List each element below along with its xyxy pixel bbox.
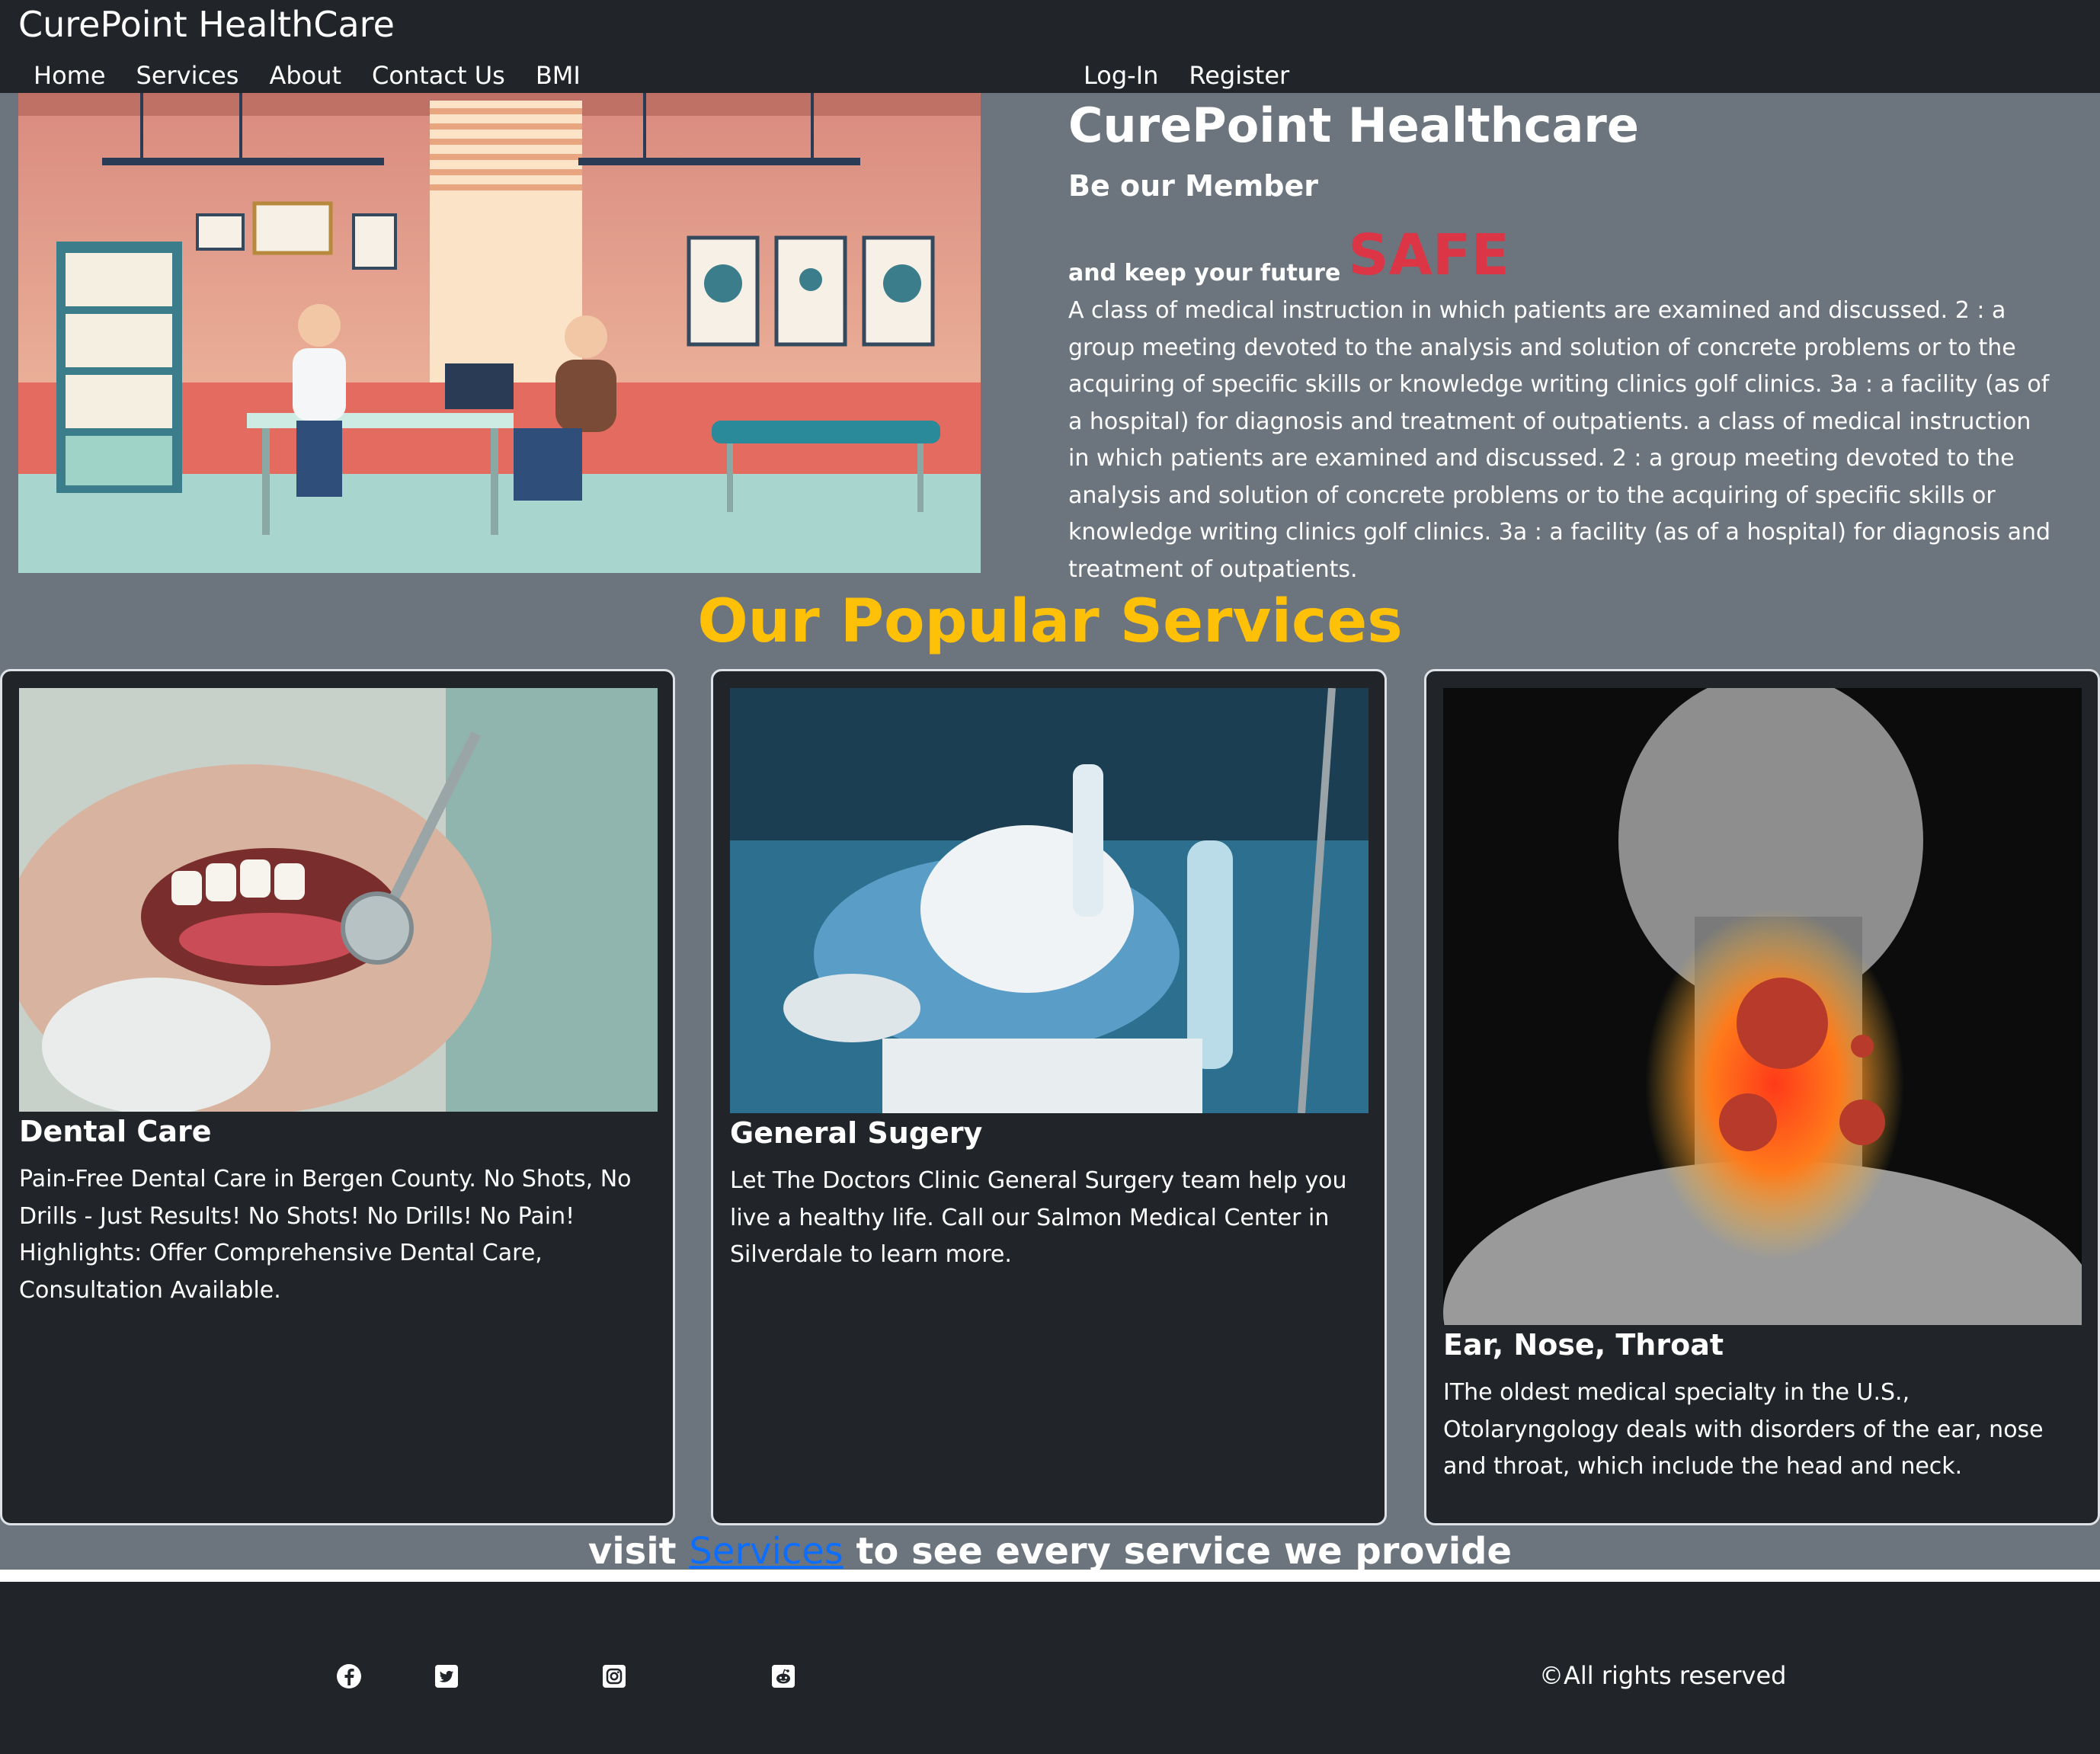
- copyright-text: ©All rights reserved: [1539, 1661, 1787, 1690]
- service-title-ent: Ear, Nose, Throat: [1443, 1328, 1724, 1362]
- service-text-dental: Pain-Free Dental Care in Bergen County. …: [19, 1166, 632, 1304]
- service-card-ent: Ear, Nose, Throat IThe oldest medical sp…: [1424, 669, 2100, 1525]
- instagram-icon[interactable]: [600, 1663, 628, 1690]
- service-text-surgery: Let The Doctors Clinic General Surgery t…: [730, 1167, 1347, 1268]
- navbar: CurePoint HealthCare Home Services About…: [0, 0, 2100, 93]
- hero-subtitle: Be our Member: [1068, 169, 1318, 203]
- nav-contact-link[interactable]: Contact Us: [372, 58, 505, 93]
- services-link[interactable]: Services: [689, 1530, 843, 1573]
- nav-bmi-link[interactable]: BMI: [536, 58, 581, 93]
- brand-title[interactable]: CurePoint HealthCare: [18, 2, 395, 47]
- hero-text-block: CurePoint Healthcare Be our Member and k…: [1068, 93, 2059, 611]
- services-heading: Our Popular Services: [697, 587, 1403, 656]
- hero-title: CurePoint Healthcare: [1068, 98, 1639, 153]
- visit-services-line: visit Services to see every service we p…: [0, 1527, 2100, 1576]
- service-title-surgery: General Sugery: [730, 1116, 983, 1150]
- dental-care-image: [19, 688, 658, 1112]
- register-link[interactable]: Register: [1189, 58, 1289, 93]
- ear-nose-throat-image: [1443, 688, 2082, 1325]
- footer: ©All rights reserved: [0, 1582, 2100, 1754]
- login-link[interactable]: Log-In: [1084, 58, 1158, 93]
- twitter-icon[interactable]: [433, 1663, 460, 1690]
- nav-services-link[interactable]: Services: [136, 58, 239, 93]
- hero-paragraph: A class of medical instruction in which …: [1068, 297, 2051, 583]
- facebook-icon[interactable]: [335, 1663, 363, 1690]
- nav-about-link[interactable]: About: [269, 58, 341, 93]
- service-card-surgery: General Sugery Let The Doctors Clinic Ge…: [711, 669, 1387, 1525]
- service-card-dental: Dental Care Pain-Free Dental Care in Ber…: [0, 669, 675, 1525]
- service-title-dental: Dental Care: [19, 1115, 212, 1148]
- reddit-icon[interactable]: [770, 1663, 797, 1690]
- visit-suffix: to see every service we provide: [856, 1530, 1513, 1573]
- footer-divider: [0, 1570, 2100, 1582]
- hero-safe-highlight: SAFE: [1348, 222, 1509, 288]
- hero-clinic-illustration: [18, 93, 981, 573]
- hero-tagline: and keep your future SAFE: [1068, 218, 2059, 286]
- hero-keep-text: and keep your future: [1068, 260, 1341, 286]
- general-surgery-image: [730, 688, 1369, 1113]
- nav-home-link[interactable]: Home: [34, 58, 106, 93]
- auth-nav: Log-In Register: [1084, 58, 1289, 93]
- visit-prefix: visit: [587, 1530, 677, 1573]
- service-text-ent: IThe oldest medical specialty in the U.S…: [1443, 1379, 2044, 1480]
- main-nav: Home Services About Contact Us BMI: [34, 58, 581, 93]
